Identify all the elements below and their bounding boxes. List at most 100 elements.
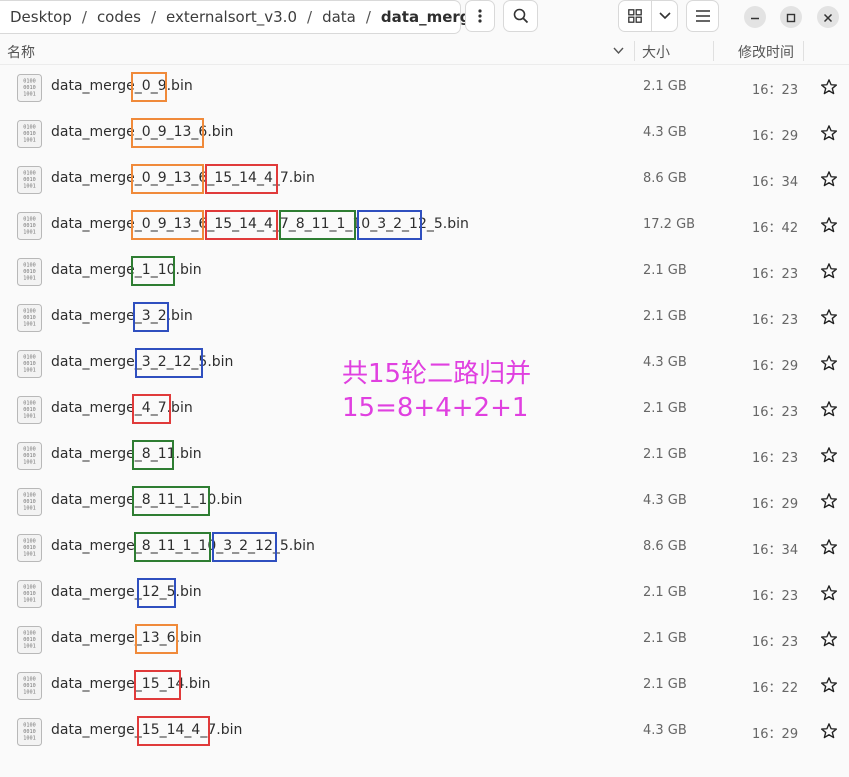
minimize-button[interactable] [744, 6, 766, 28]
star-icon[interactable] [820, 676, 838, 694]
svg-text:0100: 0100 [23, 585, 36, 591]
view-toggle-button[interactable] [618, 0, 652, 32]
svg-text:0100: 0100 [23, 79, 36, 85]
svg-text:1001: 1001 [23, 322, 36, 328]
svg-text:0010: 0010 [23, 361, 36, 367]
breadcrumb-data[interactable]: data [322, 8, 364, 26]
column-divider [803, 41, 804, 61]
file-row[interactable]: 0100 0010 1001 data_merge_1_10.bin 2.1 GB 16：… [0, 248, 849, 294]
binary-file-icon: 0100 0010 1001 [17, 258, 42, 286]
file-row[interactable]: 0100 0010 1001 data_merge_0_9.bin 2.1 GB 16：2… [0, 64, 849, 110]
breadcrumb-codes[interactable]: codes [97, 8, 149, 26]
file-row[interactable]: 0100 0010 1001 data_merge_15_14.bin 2.1 GB 16… [0, 662, 849, 708]
binary-file-icon: 0100 0010 1001 [17, 580, 42, 608]
star-icon[interactable] [820, 262, 838, 280]
more-options-button[interactable] [465, 0, 495, 32]
file-modified-time: 16：23 [752, 313, 799, 328]
vertical-dots-icon [478, 9, 482, 23]
svg-text:0010: 0010 [23, 545, 36, 551]
column-header-modified[interactable]: 修改时间 [738, 42, 794, 62]
star-icon[interactable] [820, 446, 838, 464]
annotation-line-2: 15=8+4+2+1 [342, 393, 529, 423]
svg-text:0010: 0010 [23, 131, 36, 137]
star-icon[interactable] [820, 308, 838, 326]
breadcrumb: Desktop / codes / externalsort_v3.0 / da… [0, 0, 481, 34]
breadcrumb-separator: / [81, 8, 87, 26]
star-icon[interactable] [820, 400, 838, 418]
file-name: data_merge_0_9_13_6_15_14_4_7_8_11_1_10_… [51, 216, 469, 232]
file-modified-time: 16：29 [752, 359, 799, 374]
column-header-size[interactable]: 大小 [642, 42, 670, 62]
star-icon[interactable] [820, 124, 838, 142]
close-button[interactable] [817, 6, 839, 28]
svg-text:0100: 0100 [23, 493, 36, 499]
binary-file-icon: 0100 0010 1001 [17, 120, 42, 148]
svg-text:0100: 0100 [23, 263, 36, 269]
file-row[interactable]: 0100 0010 1001 data_merge_12_5.bin 2.1 GB 16：… [0, 570, 849, 616]
file-row[interactable]: 0100 0010 1001 data_merge_0_9_13_6_15_14_4_… [0, 202, 849, 248]
svg-text:0100: 0100 [23, 309, 36, 315]
svg-text:0100: 0100 [23, 677, 36, 683]
star-icon[interactable] [820, 584, 838, 602]
svg-text:0010: 0010 [23, 407, 36, 413]
svg-text:0010: 0010 [23, 637, 36, 643]
svg-text:0100: 0100 [23, 539, 36, 545]
file-modified-time: 16：29 [752, 727, 799, 742]
file-name: data_merge_13_6.bin [51, 630, 202, 646]
file-size: 2.1 GB [643, 309, 687, 324]
file-size: 2.1 GB [643, 631, 687, 646]
file-name: data_merge_8_11_1_10_3_2_12_5.bin [51, 538, 315, 554]
file-row[interactable]: 0100 0010 1001 data_merge_8_11_1_10_3_2_12_… [0, 524, 849, 570]
svg-text:1001: 1001 [23, 92, 36, 98]
file-row[interactable]: 0100 0010 1001 data_merge_0_9_13_6.bin 4.3 G… [0, 110, 849, 156]
file-modified-time: 16：23 [752, 83, 799, 98]
file-size: 4.3 GB [643, 355, 687, 370]
star-icon[interactable] [820, 78, 838, 96]
binary-file-icon: 0100 0010 1001 [17, 212, 42, 240]
file-modified-time: 16：23 [752, 589, 799, 604]
header-bar: Desktop / codes / externalsort_v3.0 / da… [0, 0, 849, 35]
svg-text:0010: 0010 [23, 683, 36, 689]
close-icon [823, 8, 833, 27]
svg-text:0100: 0100 [23, 401, 36, 407]
star-icon[interactable] [820, 492, 838, 510]
star-icon[interactable] [820, 216, 838, 234]
view-options-dropdown[interactable] [651, 0, 678, 32]
column-header-name[interactable]: 名称 [7, 42, 35, 62]
breadcrumb-desktop[interactable]: Desktop [0, 8, 80, 26]
maximize-button[interactable] [780, 6, 802, 28]
svg-text:1001: 1001 [23, 414, 36, 420]
file-name: data_merge_1_10.bin [51, 262, 202, 278]
sort-chevron-icon[interactable] [613, 43, 624, 59]
file-row[interactable]: 0100 0010 1001 data_merge_15_14_4_7.bin 4.3 … [0, 708, 849, 754]
file-row[interactable]: 0100 0010 1001 data_merge_0_9_13_6_15_14_4_… [0, 156, 849, 202]
svg-text:1001: 1001 [23, 230, 36, 236]
svg-text:0100: 0100 [23, 447, 36, 453]
star-icon[interactable] [820, 630, 838, 648]
breadcrumb-externalsort[interactable]: externalsort_v3.0 [166, 8, 305, 26]
file-row[interactable]: 0100 0010 1001 data_merge_8_11.bin 2.1 GB 16：… [0, 432, 849, 478]
file-name: data_merge_8_11_1_10.bin [51, 492, 243, 508]
search-button[interactable] [503, 0, 538, 32]
file-size: 8.6 GB [643, 539, 687, 554]
star-icon[interactable] [820, 538, 838, 556]
file-size: 4.3 GB [643, 125, 687, 140]
file-modified-time: 16：22 [752, 681, 799, 696]
star-icon[interactable] [820, 354, 838, 372]
file-row[interactable]: 0100 0010 1001 data_merge_13_6.bin 2.1 GB 16：… [0, 616, 849, 662]
column-header-row: 名称 大小 修改时间 [0, 38, 849, 65]
svg-text:0100: 0100 [23, 217, 36, 223]
star-icon[interactable] [820, 170, 838, 188]
star-icon[interactable] [820, 722, 838, 740]
breadcrumb-separator: / [365, 8, 371, 26]
svg-text:1001: 1001 [23, 276, 36, 282]
column-divider [713, 41, 714, 61]
file-row[interactable]: 0100 0010 1001 data_merge_8_11_1_10.bin 4.3 … [0, 478, 849, 524]
svg-text:1001: 1001 [23, 184, 36, 190]
binary-file-icon: 0100 0010 1001 [17, 672, 42, 700]
file-row[interactable]: 0100 0010 1001 data_merge_3_2.bin 2.1 GB 16：2… [0, 294, 849, 340]
svg-text:0100: 0100 [23, 631, 36, 637]
file-name: data_merge_3_2_12_5.bin [51, 354, 234, 370]
binary-file-icon: 0100 0010 1001 [17, 74, 42, 102]
main-menu-button[interactable] [686, 0, 719, 32]
